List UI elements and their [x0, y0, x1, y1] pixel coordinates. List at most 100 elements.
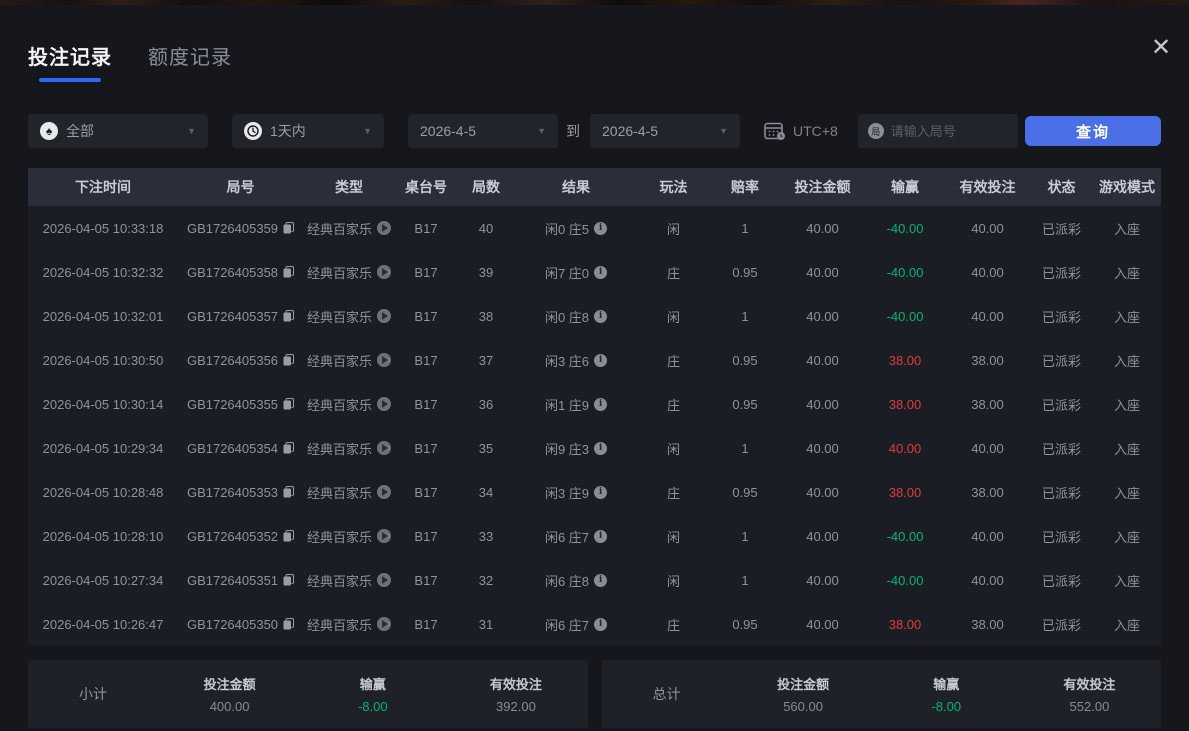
bet-amount: 40.00	[780, 353, 865, 368]
game-type-dropdown[interactable]: ♠ 全部 ▼	[28, 114, 208, 148]
result-cell: 闲1 庄9 i	[515, 395, 637, 414]
play-icon[interactable]	[377, 529, 391, 543]
copy-icon[interactable]	[283, 486, 294, 498]
info-icon[interactable]: i	[594, 222, 607, 235]
game-type: 经典百家乐	[307, 219, 372, 238]
info-icon[interactable]: i	[594, 266, 607, 279]
game-type-value: 全部	[66, 121, 94, 141]
bet-time: 2026-04-05 10:30:14	[28, 397, 178, 412]
play-type: 闲	[637, 527, 710, 546]
play-icon[interactable]	[377, 397, 391, 411]
round-id: GB1726405350	[187, 617, 278, 632]
round-id-cell: GB1726405354	[178, 441, 303, 456]
play-icon[interactable]	[377, 441, 391, 455]
info-icon[interactable]: i	[594, 354, 607, 367]
column-header: 类型	[303, 177, 395, 197]
column-header: 局数	[457, 177, 515, 197]
play-type: 闲	[637, 219, 710, 238]
table-row: 2026-04-05 10:27:34 GB1726405351 经典百家乐 B…	[28, 558, 1161, 602]
play-icon[interactable]	[377, 309, 391, 323]
copy-icon[interactable]	[283, 530, 294, 542]
info-icon[interactable]: i	[594, 530, 607, 543]
copy-icon[interactable]	[283, 266, 294, 278]
valid-bet: 40.00	[945, 573, 1030, 588]
game-type-cell: 经典百家乐	[303, 219, 395, 238]
bet-amount: 40.00	[780, 529, 865, 544]
info-icon[interactable]: i	[594, 486, 607, 499]
bet-time: 2026-04-05 10:27:34	[28, 573, 178, 588]
copy-icon[interactable]	[283, 574, 294, 586]
timezone-indicator: UTC+8	[764, 121, 838, 141]
subtotal-label: 小计	[28, 684, 158, 704]
play-type: 庄	[637, 615, 710, 634]
summary-bar: 小计 投注金额 400.00 输赢 -8.00 有效投注 392.00 总计 投…	[28, 660, 1161, 728]
play-icon[interactable]	[377, 353, 391, 367]
odds: 0.95	[710, 353, 780, 368]
game-type-cell: 经典百家乐	[303, 307, 395, 326]
game-mode: 入座	[1093, 263, 1161, 282]
info-icon[interactable]: i	[594, 442, 607, 455]
copy-icon[interactable]	[283, 618, 294, 630]
table-number: B17	[395, 441, 457, 456]
game-type-cell: 经典百家乐	[303, 395, 395, 414]
round-search-input[interactable]	[891, 124, 1008, 139]
info-icon[interactable]: i	[594, 574, 607, 587]
round-number: 40	[457, 221, 515, 236]
tab-quota-records[interactable]: 额度记录	[148, 41, 232, 82]
date-to-dropdown[interactable]: 2026-4-5 ▼	[590, 114, 740, 148]
round-search-field[interactable]: 局	[858, 114, 1018, 148]
play-icon[interactable]	[377, 617, 391, 631]
win-loss: -40.00	[865, 265, 945, 280]
round-id: GB1726405351	[187, 573, 278, 588]
game-type-cell: 经典百家乐	[303, 263, 395, 282]
play-icon[interactable]	[377, 485, 391, 499]
clock-icon	[244, 122, 262, 140]
round-id-cell: GB1726405350	[178, 617, 303, 632]
valid-bet: 40.00	[945, 529, 1030, 544]
close-icon[interactable]: ✕	[1143, 29, 1179, 65]
column-header: 局号	[178, 177, 303, 197]
time-range-dropdown[interactable]: 1天内 ▼	[232, 114, 384, 148]
table-number: B17	[395, 529, 457, 544]
play-type: 闲	[637, 439, 710, 458]
bet-time: 2026-04-05 10:26:47	[28, 617, 178, 632]
tabs: 投注记录 额度记录	[28, 5, 1161, 82]
win-loss: 38.00	[865, 485, 945, 500]
copy-icon[interactable]	[283, 354, 294, 366]
tab-betting-records[interactable]: 投注记录	[28, 41, 112, 82]
bet-amount: 40.00	[780, 309, 865, 324]
play-icon[interactable]	[377, 573, 391, 587]
bet-time: 2026-04-05 10:32:01	[28, 309, 178, 324]
game-type: 经典百家乐	[307, 395, 372, 414]
round-id-cell: GB1726405355	[178, 397, 303, 412]
game-type: 经典百家乐	[307, 527, 372, 546]
status: 已派彩	[1030, 351, 1093, 370]
play-type: 庄	[637, 263, 710, 282]
odds: 1	[710, 573, 780, 588]
copy-icon[interactable]	[283, 222, 294, 234]
game-mode: 入座	[1093, 307, 1161, 326]
date-from-dropdown[interactable]: 2026-4-5 ▼	[408, 114, 558, 148]
timezone-value: UTC+8	[793, 123, 838, 139]
calendar-clock-icon	[764, 121, 786, 141]
query-button[interactable]: 查询	[1025, 116, 1161, 146]
play-icon[interactable]	[377, 221, 391, 235]
copy-icon[interactable]	[283, 442, 294, 454]
info-icon[interactable]: i	[594, 310, 607, 323]
game-type: 经典百家乐	[307, 439, 372, 458]
copy-icon[interactable]	[283, 398, 294, 410]
total-label: 总计	[602, 684, 732, 704]
valid-bet: 40.00	[945, 441, 1030, 456]
info-icon[interactable]: i	[594, 618, 607, 631]
round-id-cell: GB1726405357	[178, 309, 303, 324]
round-id-cell: GB1726405358	[178, 265, 303, 280]
odds: 1	[710, 529, 780, 544]
round-id-cell: GB1726405351	[178, 573, 303, 588]
play-icon[interactable]	[377, 265, 391, 279]
copy-icon[interactable]	[283, 310, 294, 322]
status: 已派彩	[1030, 439, 1093, 458]
bet-time: 2026-04-05 10:33:18	[28, 221, 178, 236]
bet-time: 2026-04-05 10:32:32	[28, 265, 178, 280]
info-icon[interactable]: i	[594, 398, 607, 411]
betting-records-table: 下注时间局号类型桌台号局数结果玩法赔率投注金额输赢有效投注状态游戏模式 2026…	[28, 168, 1161, 646]
